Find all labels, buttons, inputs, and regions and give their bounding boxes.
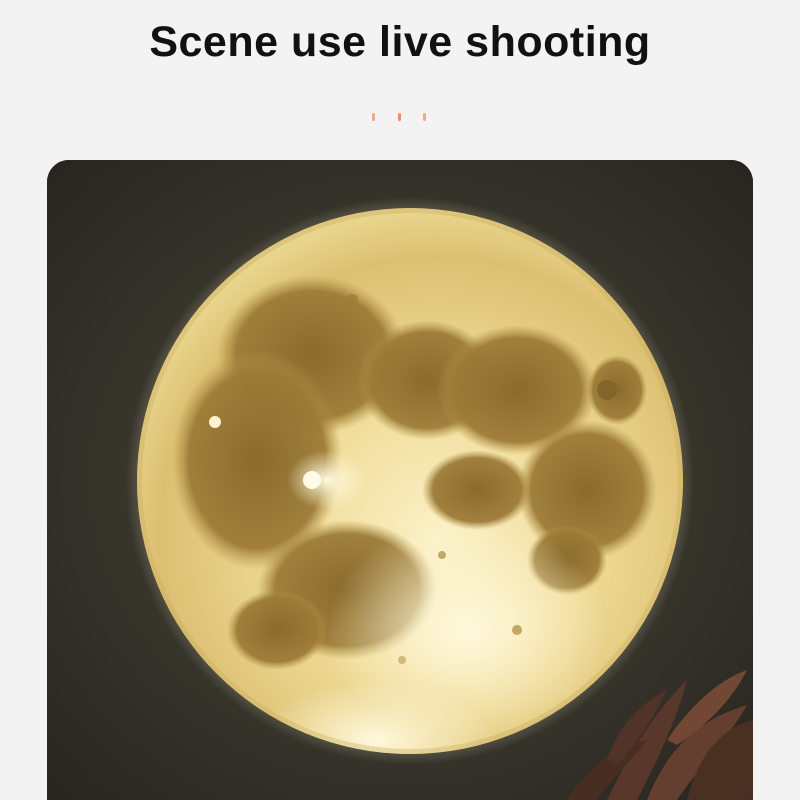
decorative-dot-1 <box>372 113 375 121</box>
page: Scene use live shooting <box>0 0 800 800</box>
decorative-dots <box>372 113 432 123</box>
page-title: Scene use live shooting <box>149 18 651 66</box>
decorative-dot-2 <box>398 113 401 121</box>
moon-projection-photo <box>47 160 753 800</box>
decorative-dot-3 <box>423 113 426 121</box>
moon-scene-illustration <box>47 160 753 800</box>
